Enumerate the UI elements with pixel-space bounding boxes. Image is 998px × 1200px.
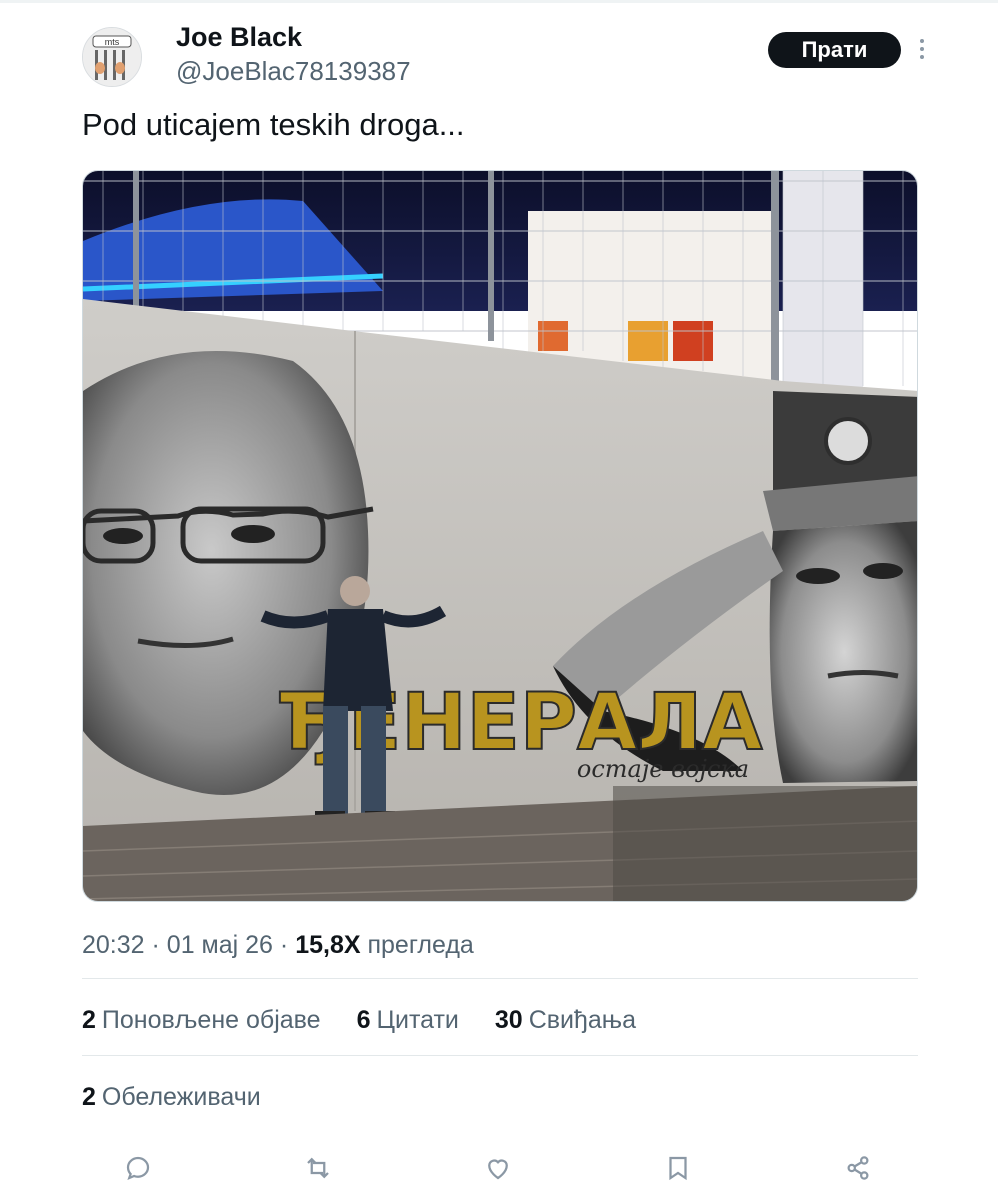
engagement-stats: 2 Поновљене објаве 6 Цитати 30 Свиђања — [82, 1002, 636, 1038]
more-icon[interactable] — [914, 36, 930, 64]
bookmarks-label: Обележивачи — [101, 1083, 261, 1111]
tweet-meta: 20:32 · 01 мај 26 · 15,8Х прегледа — [82, 928, 474, 962]
reposts-label: Поновљене објаве — [101, 1006, 321, 1034]
follow-button[interactable]: Прати — [768, 32, 901, 68]
meta-separator: · — [151, 931, 160, 959]
avatar[interactable]: mts — [82, 27, 142, 87]
mural-subtext: остаје војска — [577, 755, 749, 783]
reply-icon[interactable] — [118, 1148, 158, 1188]
views-count: 15,8Х — [295, 931, 361, 959]
divider — [82, 978, 918, 979]
bookmarks-stat[interactable]: 2 Обележивачи — [82, 1079, 261, 1115]
likes-stat[interactable]: 30 Свиђања — [495, 1002, 636, 1038]
author-handle[interactable]: @JoeBlac78139387 — [176, 55, 411, 87]
quotes-count: 6 — [356, 1006, 371, 1034]
tweet-media-image[interactable]: ЂЕНЕРАЛА а остаје војска — [82, 170, 918, 902]
meta-separator: · — [279, 931, 289, 959]
tweet-text: Pod uticajem teskih droga... — [82, 107, 465, 142]
avatar-logo-text: mts — [105, 37, 120, 47]
reposts-count: 2 — [82, 1006, 96, 1034]
quotes-stat[interactable]: 6 Цитати — [357, 1002, 459, 1038]
author-display-name[interactable]: Joe Black — [176, 21, 302, 53]
divider — [82, 1055, 918, 1056]
tweet-actions-bar — [0, 1148, 998, 1188]
tweet-time[interactable]: 20:32 — [82, 931, 145, 959]
bookmarks-count: 2 — [82, 1083, 96, 1111]
likes-label: Свиђања — [528, 1006, 637, 1034]
repost-icon[interactable] — [298, 1148, 338, 1188]
tweet-date[interactable]: 01 мај 26 — [167, 931, 273, 959]
quotes-label: Цитати — [376, 1006, 459, 1034]
reposts-stat[interactable]: 2 Поновљене објаве — [82, 1002, 321, 1038]
bookmark-icon[interactable] — [658, 1148, 698, 1188]
views-label: прегледа — [367, 931, 474, 959]
like-icon[interactable] — [478, 1148, 518, 1188]
likes-count: 30 — [494, 1006, 523, 1034]
share-icon[interactable] — [838, 1148, 878, 1188]
top-divider — [0, 0, 998, 3]
